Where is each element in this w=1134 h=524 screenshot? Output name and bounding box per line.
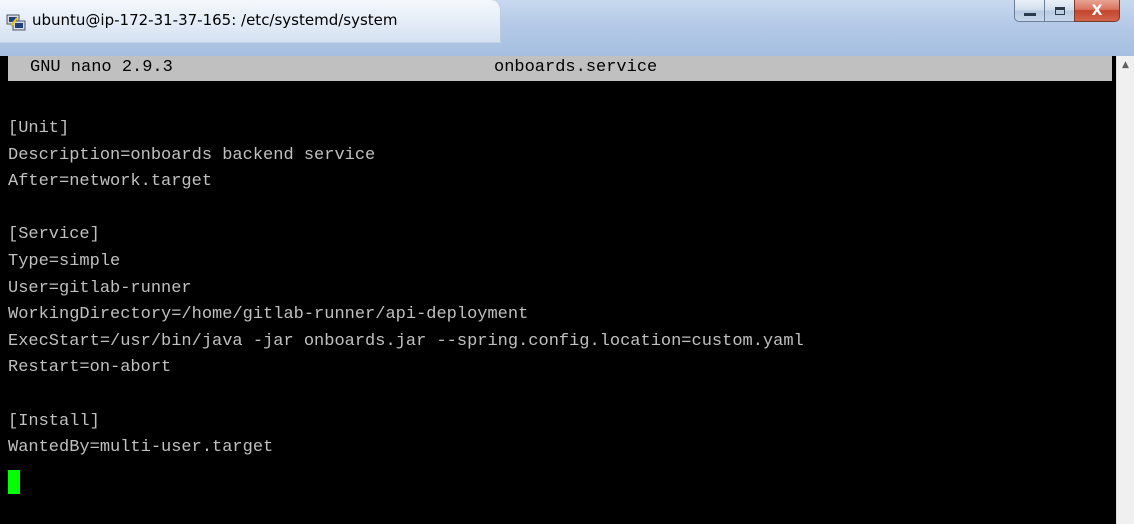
- nano-version: GNU nano 2.9.3: [30, 58, 173, 77]
- file-line: WantedBy=multi-user.target: [8, 438, 274, 458]
- file-line: ExecStart=/usr/bin/java -jar onboards.ja…: [8, 331, 804, 351]
- file-line: [Service]: [8, 225, 100, 245]
- file-line: User=gitlab-runner: [8, 278, 192, 298]
- maximize-button[interactable]: [1044, 0, 1074, 22]
- file-line: [8, 382, 1112, 409]
- text-cursor: [8, 470, 20, 494]
- title-tab: ubuntu@ip-172-31-37-165: /etc/systemd/sy…: [0, 0, 501, 43]
- close-icon: X: [1091, 2, 1103, 19]
- editor-buffer[interactable]: [Unit] Description=onboards backend serv…: [8, 116, 1112, 462]
- file-line: [Install]: [8, 411, 100, 431]
- file-line: WorkingDirectory=/home/gitlab-runner/api…: [8, 305, 529, 325]
- terminal-area[interactable]: GNU nano 2.9.3 onboards.service [Unit] D…: [0, 56, 1116, 524]
- nano-header-bar: GNU nano 2.9.3 onboards.service: [8, 56, 1112, 81]
- maximize-icon: [1054, 6, 1065, 15]
- window-title: ubuntu@ip-172-31-37-165: /etc/systemd/sy…: [32, 11, 398, 29]
- file-line: After=network.target: [8, 172, 213, 192]
- scroll-up-button[interactable]: ▲: [1117, 56, 1134, 73]
- putty-icon[interactable]: [6, 12, 26, 32]
- vertical-scrollbar[interactable]: ▲: [1116, 56, 1134, 524]
- file-line: Restart=on-abort: [8, 358, 172, 378]
- file-line: [8, 196, 1112, 223]
- terminal-window: ubuntu@ip-172-31-37-165: /etc/systemd/sy…: [0, 0, 1134, 524]
- title-bar[interactable]: ubuntu@ip-172-31-37-165: /etc/systemd/sy…: [0, 0, 1134, 57]
- minimize-icon: [1023, 13, 1036, 16]
- caption-buttons: X: [1014, 0, 1120, 22]
- file-line: Description=onboards backend service: [8, 145, 376, 165]
- file-line: Type=simple: [8, 251, 121, 271]
- scroll-up-arrow-icon: ▲: [1122, 59, 1129, 70]
- nano-filename: onboards.service: [494, 58, 658, 77]
- file-line: [Unit]: [8, 119, 70, 138]
- minimize-button[interactable]: [1014, 0, 1044, 22]
- close-button[interactable]: X: [1074, 0, 1120, 22]
